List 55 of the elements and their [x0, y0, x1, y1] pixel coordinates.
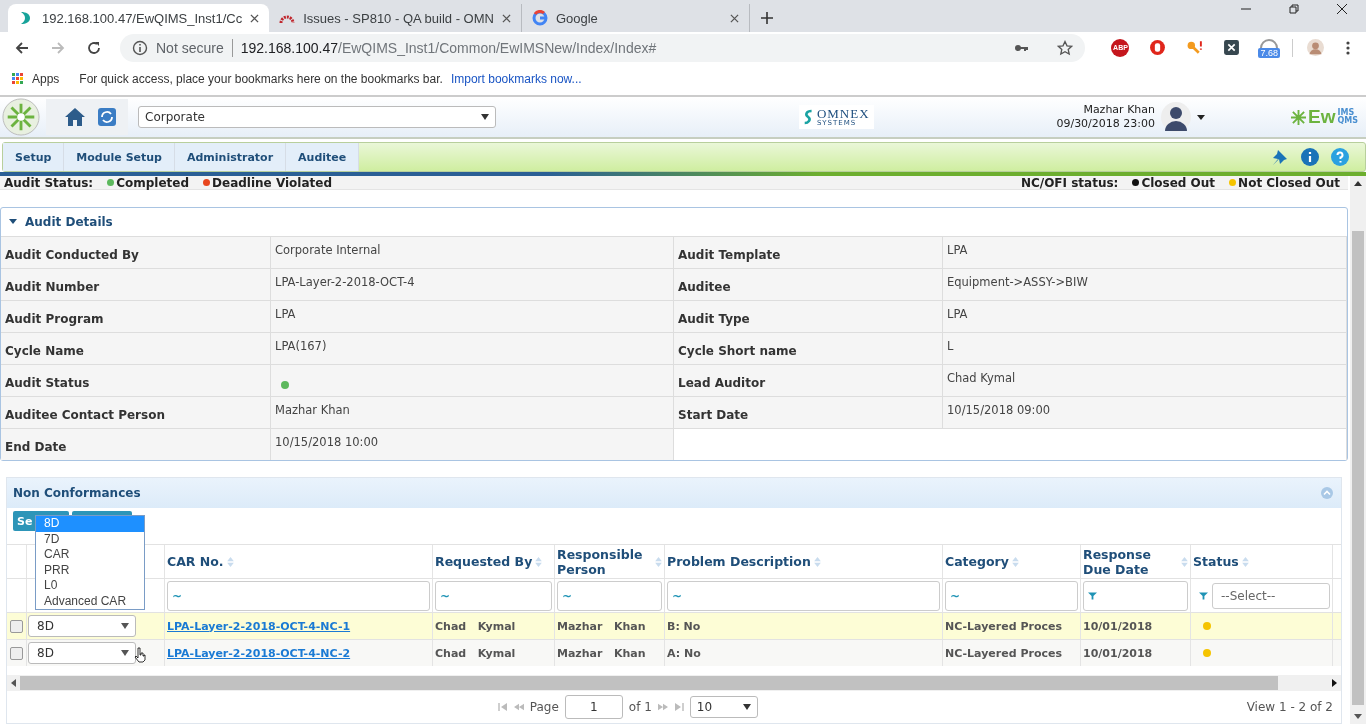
user-name: Mazhar Khan: [1083, 103, 1156, 117]
field-label: Audit Template: [678, 248, 781, 262]
field-value: Equipment->ASSY->BIW: [947, 275, 1088, 289]
table-cell: NC-Layered Proces: [945, 646, 1062, 660]
tab-title: Google: [555, 10, 599, 26]
field-value: L: [947, 339, 954, 353]
field-value: LPA: [947, 243, 968, 257]
panel-title: Audit Details: [25, 215, 113, 229]
table-cell: 10/01/2018: [1083, 646, 1153, 660]
field-label: Start Date: [678, 408, 749, 422]
field-label: Auditee: [678, 280, 731, 294]
legend-title: NC/OFI status:: [1020, 176, 1119, 189]
legend-title: Audit Status:: [4, 176, 94, 189]
table-cell: Chad Kymal: [435, 646, 516, 660]
field-label: Audit Status: [5, 376, 90, 390]
table-cell: NC-Layered Proces: [945, 619, 1062, 633]
tab-title: 192.168.100.47/EwQIMS_Inst1/Cc: [42, 10, 243, 26]
legend-label: Not Closed Out: [1238, 176, 1340, 189]
field-value: LPA(167): [275, 339, 327, 353]
field-value: Chad Kymal: [947, 371, 1016, 385]
page-count: of 1: [628, 700, 652, 714]
security-label: Not secure: [156, 39, 224, 56]
speed-badge: 7.68: [1258, 47, 1280, 58]
field-value: LPA-Layer-2-2018-OCT-4: [275, 275, 415, 289]
legend-label: Closed Out: [1141, 176, 1216, 189]
panel-title: Non Conformances: [13, 486, 141, 500]
page-label: Page: [529, 700, 559, 714]
tab-title: Issues - SP810 - QA build - OMN: [303, 10, 494, 26]
field-label: Audit Number: [5, 280, 100, 294]
field-label: Audit Conducted By: [5, 248, 139, 262]
table-cell: Mazhar Khan: [557, 619, 646, 633]
records-summary: View 1 - 2 of 2: [1246, 700, 1333, 714]
field-label: Lead Auditor: [678, 376, 766, 390]
field-value: LPA: [947, 307, 968, 321]
table-cell: 10/01/2018: [1083, 619, 1153, 633]
table-cell: A: No: [667, 646, 701, 660]
url-text: 192.168.100.47/EwQIMS_Inst1/Common/EwIMSNew/Index/Index#: [240, 39, 657, 56]
date-time: 09/30/2018 23:00: [1056, 117, 1156, 131]
bookmarks-hint: For quick access, place your bookmarks here on the bookmarks bar.: [79, 72, 443, 86]
field-label: Audit Program: [5, 312, 104, 326]
table-cell: B: No: [667, 619, 701, 633]
legend-label: Deadline Violated: [212, 176, 332, 189]
field-label: Cycle Name: [5, 344, 84, 358]
field-label: Audit Type: [678, 312, 750, 326]
field-label: End Date: [5, 440, 67, 454]
field-value: LPA: [275, 307, 296, 321]
field-value: Corporate Internal: [275, 243, 381, 257]
field-label: Cycle Short name: [678, 344, 797, 358]
table-cell: Mazhar Khan: [557, 646, 646, 660]
table-cell: Chad Kymal: [435, 619, 516, 633]
field-value: 10/15/2018 09:00: [947, 403, 1051, 417]
legend-label: Completed: [116, 176, 190, 189]
field-value: Mazhar Khan: [275, 403, 350, 417]
field-value: 10/15/2018 10:00: [275, 435, 379, 449]
field-label: Auditee Contact Person: [5, 408, 165, 422]
